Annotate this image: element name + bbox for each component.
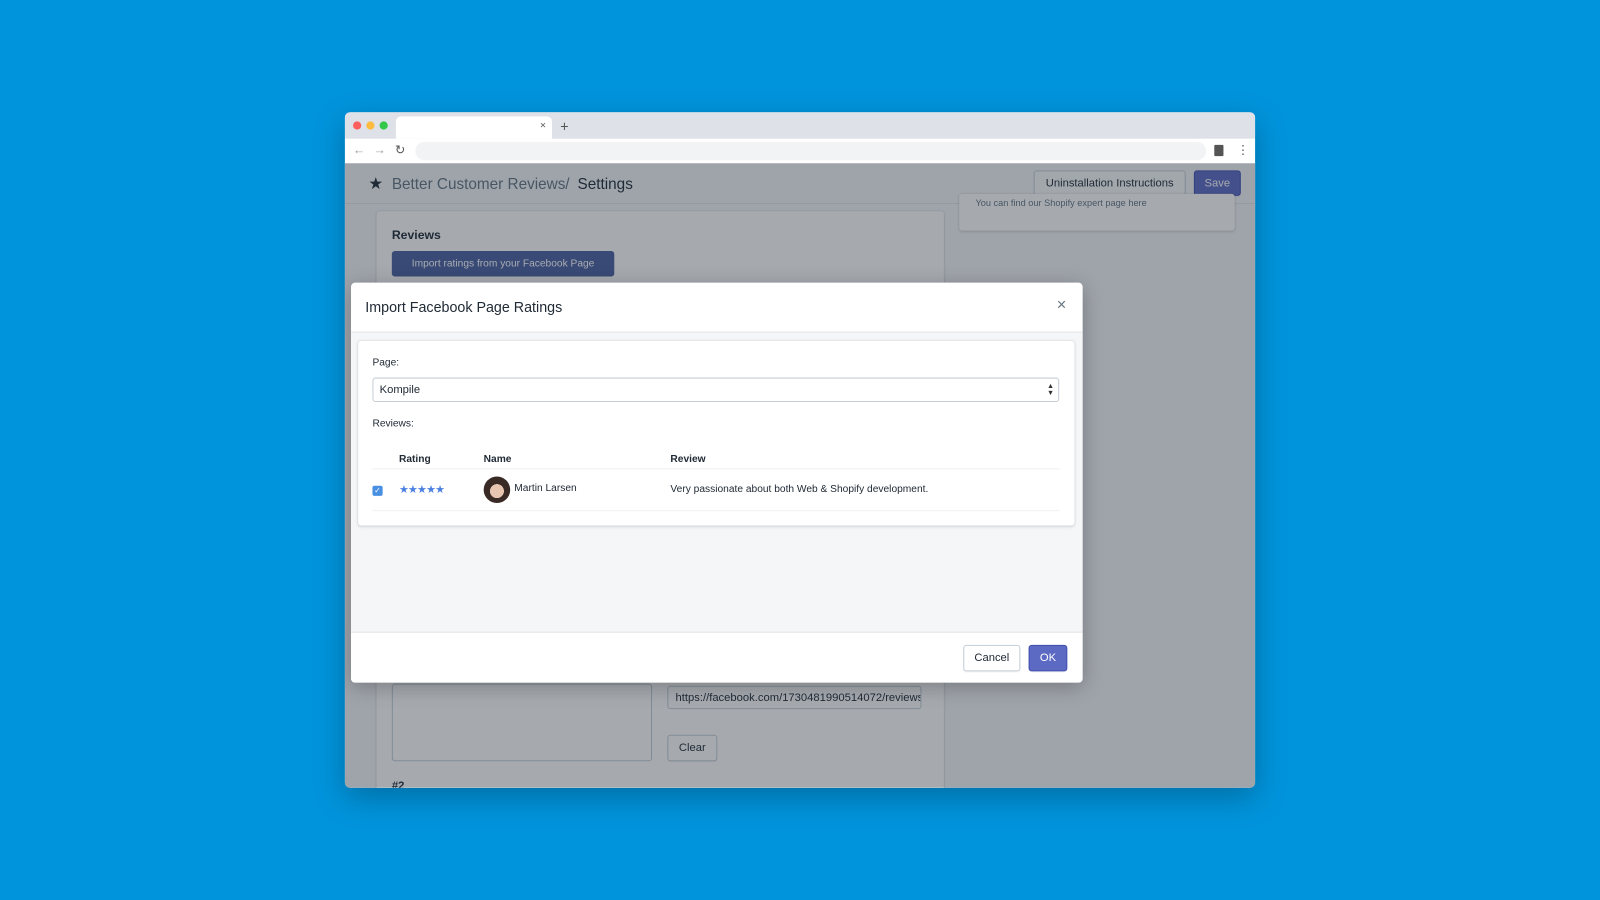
address-bar[interactable]: [415, 141, 1207, 161]
close-window-dot[interactable]: [353, 121, 362, 130]
clipboard-icon[interactable]: [1214, 144, 1224, 157]
back-icon[interactable]: ←: [353, 143, 365, 157]
browser-tab[interactable]: ×: [395, 116, 553, 139]
review-text: Very passionate about both Web & Shopify…: [670, 483, 929, 495]
forward-icon[interactable]: →: [373, 143, 385, 157]
column-name: Name: [483, 454, 512, 466]
modal-header: Import Facebook Page Ratings ×: [351, 283, 1083, 333]
cancel-button[interactable]: Cancel: [963, 644, 1021, 672]
reload-icon[interactable]: ↻: [395, 143, 405, 157]
app-content: ★ Better Customer Reviews / Settings Uni…: [344, 163, 1256, 788]
modal-body: Page: Kompile ▲ ▼ Reviews: Rating Name Re…: [351, 332, 1083, 632]
review-checkbox[interactable]: ✓: [372, 485, 383, 496]
tab-bar: × +: [344, 112, 1256, 139]
star-rating: ★★★★★: [398, 483, 445, 496]
modal-title: Import Facebook Page Ratings: [365, 298, 563, 316]
reviews-label: Reviews:: [372, 418, 414, 430]
import-modal: Import Facebook Page Ratings × Page: Kom…: [351, 282, 1083, 683]
tab-close-icon[interactable]: ×: [540, 120, 546, 131]
close-icon[interactable]: ×: [1057, 297, 1067, 315]
modal-card: Page: Kompile ▲ ▼ Reviews: Rating Name Re…: [358, 340, 1075, 526]
browser-window: × + ← → ↻ ⋮ ★ Better Customer Reviews / …: [344, 112, 1256, 788]
minimize-window-dot[interactable]: [366, 121, 375, 130]
table-divider: [372, 510, 1061, 512]
avatar: [483, 476, 511, 504]
modal-footer: Cancel OK: [351, 631, 1083, 683]
select-arrows-icon: ▲ ▼: [1046, 382, 1055, 397]
table-row: ✓ ★★★★★ Martin Larsen Very passionate ab…: [358, 469, 1074, 510]
column-review: Review: [670, 454, 706, 466]
page-label: Page:: [372, 357, 400, 369]
ok-button[interactable]: OK: [1028, 644, 1068, 672]
maximize-window-dot[interactable]: [379, 121, 388, 130]
navigation-bar: ← → ↻ ⋮: [344, 138, 1256, 164]
new-tab-icon[interactable]: +: [560, 118, 568, 134]
menu-icon[interactable]: ⋮: [1237, 143, 1249, 157]
page-select-value: Kompile: [379, 383, 421, 396]
column-rating: Rating: [398, 454, 431, 466]
page-select[interactable]: Kompile ▲ ▼: [372, 377, 1060, 403]
reviewer-name: Martin Larsen: [514, 482, 577, 494]
